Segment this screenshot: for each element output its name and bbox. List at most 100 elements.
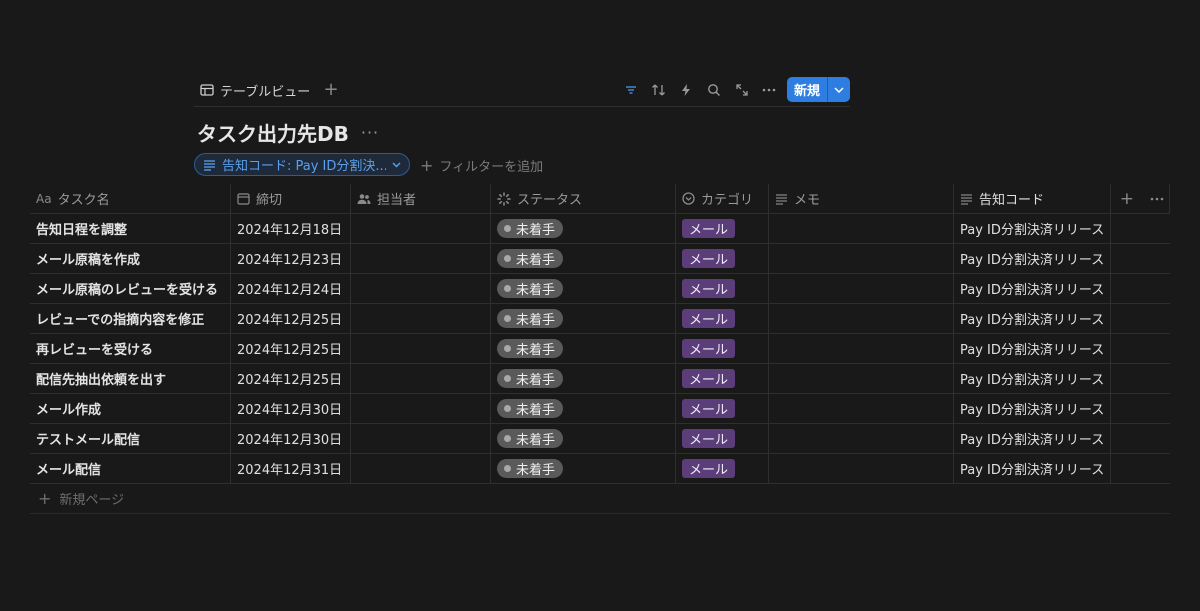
cell-assignee[interactable] xyxy=(351,244,491,273)
cell-category[interactable]: メール xyxy=(676,214,769,243)
cell-category[interactable]: メール xyxy=(676,274,769,303)
cell-status[interactable]: 未着手 xyxy=(491,364,676,393)
cell-memo[interactable] xyxy=(769,454,954,483)
cell-deadline[interactable]: 2024年12月23日 xyxy=(231,244,351,273)
filter-chip[interactable]: 告知コード: Pay ID分割決... xyxy=(194,153,410,176)
filter-button[interactable] xyxy=(619,78,643,102)
view-toolbar: テーブルビュー + 新規 xyxy=(194,75,850,107)
column-header-notice-code[interactable]: 告知コード xyxy=(954,184,1111,213)
cell-status[interactable]: 未着手 xyxy=(491,424,676,453)
table-row[interactable]: 配信先抽出依頼を出す 2024年12月25日 未着手 メール Pay ID分割決済リリー… xyxy=(30,364,1170,394)
cell-memo[interactable] xyxy=(769,334,954,363)
cell-memo[interactable] xyxy=(769,274,954,303)
page-title[interactable]: タスク出力先DB xyxy=(197,118,349,147)
more-icon[interactable] xyxy=(1150,197,1164,201)
cell-memo[interactable] xyxy=(769,304,954,333)
table-row[interactable]: メール配信 2024年12月31日 未着手 メール Pay ID分割決済リリース xyxy=(30,454,1170,484)
expand-button[interactable] xyxy=(730,78,754,102)
cell-assignee[interactable] xyxy=(351,394,491,423)
cell-status[interactable]: 未着手 xyxy=(491,394,676,423)
cell-deadline[interactable]: 2024年12月25日 xyxy=(231,304,351,333)
title-more-button[interactable]: ··· xyxy=(361,123,379,142)
cell-status[interactable]: 未着手 xyxy=(491,274,676,303)
cell-category[interactable]: メール xyxy=(676,424,769,453)
status-badge-label: 未着手 xyxy=(516,283,556,298)
column-header-deadline[interactable]: 締切 xyxy=(231,184,351,213)
table-row[interactable]: メール作成 2024年12月30日 未着手 メール Pay ID分割決済リリース xyxy=(30,394,1170,424)
cell-deadline[interactable]: 2024年12月30日 xyxy=(231,394,351,423)
cell-assignee[interactable] xyxy=(351,424,491,453)
cell-notice-code[interactable]: Pay ID分割決済リリース xyxy=(954,274,1111,303)
cell-status[interactable]: 未着手 xyxy=(491,244,676,273)
column-header-category[interactable]: カテゴリ xyxy=(676,184,769,213)
cell-category[interactable]: メール xyxy=(676,304,769,333)
cell-title[interactable]: テストメール配信 xyxy=(30,424,231,453)
tab-table-view[interactable]: テーブルビュー xyxy=(200,79,310,101)
cell-title[interactable]: レビューでの指摘内容を修正 xyxy=(30,304,231,333)
column-header-title[interactable]: Aa タスク名 xyxy=(30,184,231,213)
cell-assignee[interactable] xyxy=(351,304,491,333)
cell-notice-code[interactable]: Pay ID分割決済リリース xyxy=(954,394,1111,423)
cell-assignee[interactable] xyxy=(351,454,491,483)
cell-status[interactable]: 未着手 xyxy=(491,454,676,483)
new-button[interactable]: 新規 xyxy=(787,77,827,102)
cell-deadline[interactable]: 2024年12月24日 xyxy=(231,274,351,303)
cell-title[interactable]: メール配信 xyxy=(30,454,231,483)
cell-title[interactable]: メール原稿のレビューを受ける xyxy=(30,274,231,303)
cell-status[interactable]: 未着手 xyxy=(491,334,676,363)
new-dropdown-button[interactable] xyxy=(827,77,850,102)
cell-notice-code[interactable]: Pay ID分割決済リリース xyxy=(954,214,1111,243)
add-column-button[interactable]: + xyxy=(1120,189,1134,209)
cell-assignee[interactable] xyxy=(351,334,491,363)
cell-assignee[interactable] xyxy=(351,274,491,303)
search-button[interactable] xyxy=(702,78,726,102)
cell-category[interactable]: メール xyxy=(676,454,769,483)
table-row[interactable]: 再レビューを受ける 2024年12月25日 未着手 メール Pay ID分割決済リリース xyxy=(30,334,1170,364)
automation-button[interactable] xyxy=(674,78,698,102)
cell-category[interactable]: メール xyxy=(676,334,769,363)
cell-category[interactable]: メール xyxy=(676,244,769,273)
cell-notice-code[interactable]: Pay ID分割決済リリース xyxy=(954,424,1111,453)
cell-assignee[interactable] xyxy=(351,214,491,243)
cell-notice-code[interactable]: Pay ID分割決済リリース xyxy=(954,454,1111,483)
table-row[interactable]: テストメール配信 2024年12月30日 未着手 メール Pay ID分割決済リリース xyxy=(30,424,1170,454)
cell-notice-code[interactable]: Pay ID分割決済リリース xyxy=(954,364,1111,393)
cell-memo[interactable] xyxy=(769,424,954,453)
cell-notice-code[interactable]: Pay ID分割決済リリース xyxy=(954,334,1111,363)
cell-title[interactable]: 配信先抽出依頼を出す xyxy=(30,364,231,393)
cell-notice-code[interactable]: Pay ID分割決済リリース xyxy=(954,304,1111,333)
table-row[interactable]: メール原稿を作成 2024年12月23日 未着手 メール Pay ID分割決済リリース xyxy=(30,244,1170,274)
cell-notice-code[interactable]: Pay ID分割決済リリース xyxy=(954,244,1111,273)
cell-title[interactable]: メール原稿を作成 xyxy=(30,244,231,273)
cell-title[interactable]: メール作成 xyxy=(30,394,231,423)
cell-deadline[interactable]: 2024年12月25日 xyxy=(231,334,351,363)
new-page-button[interactable]: + 新規ページ xyxy=(30,484,1170,514)
cell-title[interactable]: 告知日程を調整 xyxy=(30,214,231,243)
cell-category[interactable]: メール xyxy=(676,394,769,423)
table-row[interactable]: レビューでの指摘内容を修正 2024年12月25日 未着手 メール Pay ID分割決済… xyxy=(30,304,1170,334)
sort-button[interactable] xyxy=(646,78,670,102)
cell-assignee[interactable] xyxy=(351,364,491,393)
cell-status[interactable]: 未着手 xyxy=(491,304,676,333)
cell-deadline[interactable]: 2024年12月31日 xyxy=(231,454,351,483)
add-filter-button[interactable]: + フィルターを追加 xyxy=(420,154,543,176)
category-tag: メール xyxy=(682,249,736,268)
cell-memo[interactable] xyxy=(769,214,954,243)
cell-memo[interactable] xyxy=(769,364,954,393)
column-header-memo[interactable]: メモ xyxy=(769,184,954,213)
table-row[interactable]: メール原稿のレビューを受ける 2024年12月24日 未着手 メール Pay ID分割決… xyxy=(30,274,1170,304)
column-header-assignee[interactable]: 担当者 xyxy=(351,184,491,213)
cell-spacer xyxy=(1111,244,1170,273)
column-header-status[interactable]: ステータス xyxy=(491,184,676,213)
more-options-button[interactable] xyxy=(757,78,781,102)
cell-deadline[interactable]: 2024年12月25日 xyxy=(231,364,351,393)
cell-memo[interactable] xyxy=(769,244,954,273)
cell-deadline[interactable]: 2024年12月30日 xyxy=(231,424,351,453)
cell-status[interactable]: 未着手 xyxy=(491,214,676,243)
cell-category[interactable]: メール xyxy=(676,364,769,393)
cell-memo[interactable] xyxy=(769,394,954,423)
cell-title[interactable]: 再レビューを受ける xyxy=(30,334,231,363)
cell-deadline[interactable]: 2024年12月18日 xyxy=(231,214,351,243)
add-view-button[interactable]: + xyxy=(320,78,342,100)
table-row[interactable]: 告知日程を調整 2024年12月18日 未着手 メール Pay ID分割決済リリース xyxy=(30,214,1170,244)
